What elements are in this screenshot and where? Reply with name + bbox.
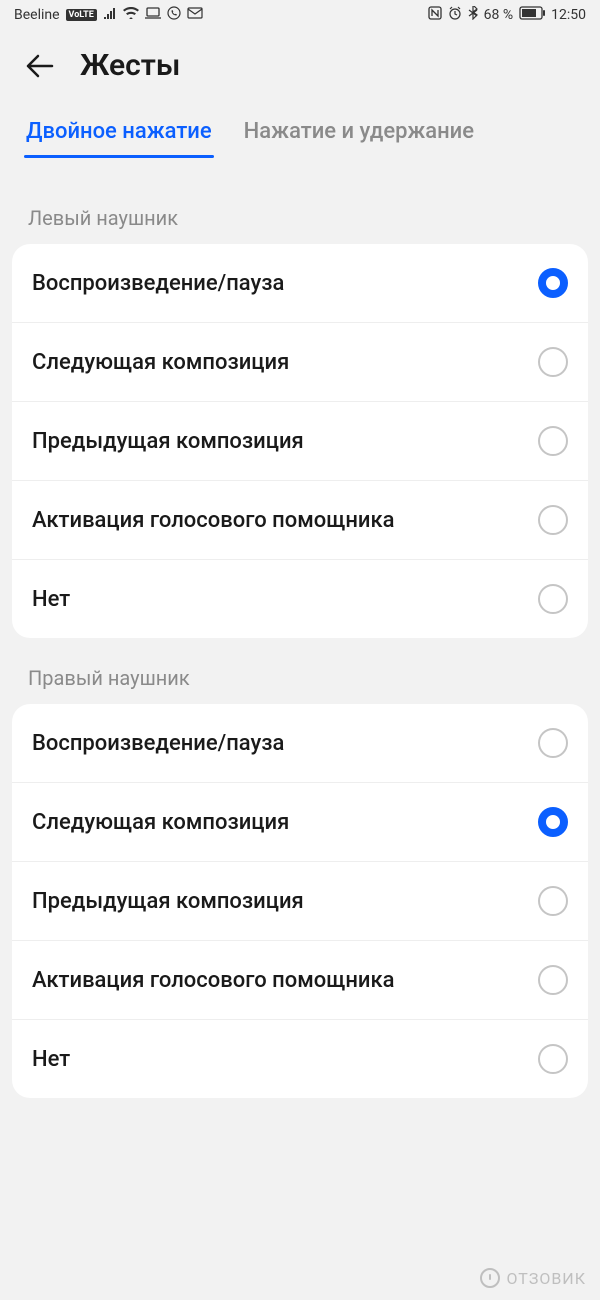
- radio-icon: [538, 426, 568, 456]
- status-left: Beeline VoLTE: [14, 6, 203, 24]
- bluetooth-icon: [468, 6, 478, 24]
- radio-icon: [538, 728, 568, 758]
- tab-long-press[interactable]: Нажатие и удержание: [242, 111, 476, 158]
- watermark-text: ОТЗОВИК: [506, 1269, 586, 1288]
- wifi-icon: [123, 7, 139, 23]
- mail-icon: [187, 7, 203, 23]
- option-voice-right[interactable]: Активация голосового помощника: [12, 941, 588, 1020]
- battery-icon: [519, 6, 545, 24]
- status-bar: Beeline VoLTE 68 % 12:50: [0, 0, 600, 28]
- header: Жесты: [0, 28, 600, 111]
- option-next-right[interactable]: Следующая композиция: [12, 783, 588, 862]
- radio-icon: [538, 965, 568, 995]
- carrier-label: Beeline: [14, 7, 60, 23]
- radio-icon: [538, 347, 568, 377]
- tabs: Двойное нажатие Нажатие и удержание: [0, 111, 600, 158]
- whatsapp-icon: [167, 6, 181, 24]
- section-label-left: Левый наушник: [0, 158, 600, 244]
- arrow-left-icon: [26, 54, 54, 78]
- tab-label: Нажатие и удержание: [244, 119, 474, 144]
- option-none-left[interactable]: Нет: [12, 560, 588, 638]
- section-label-right: Правый наушник: [0, 638, 600, 704]
- tab-label: Двойное нажатие: [26, 119, 212, 144]
- watermark: ОТЗОВИК: [480, 1268, 586, 1288]
- card-right-earbud: Воспроизведение/пауза Следующая композиц…: [12, 704, 588, 1098]
- radio-icon: [538, 1044, 568, 1074]
- time-label: 12:50: [551, 7, 586, 23]
- signal-icon: [103, 7, 117, 23]
- battery-text: 68 %: [484, 7, 513, 23]
- option-play-pause-left[interactable]: Воспроизведение/пауза: [12, 244, 588, 323]
- laptop-icon: [145, 7, 161, 23]
- radio-icon: [538, 505, 568, 535]
- option-next-left[interactable]: Следующая композиция: [12, 323, 588, 402]
- option-label: Нет: [32, 587, 70, 612]
- alarm-icon: [448, 6, 462, 24]
- option-label: Предыдущая композиция: [32, 429, 304, 454]
- tab-double-tap[interactable]: Двойное нажатие: [24, 111, 214, 158]
- status-right: 68 % 12:50: [428, 6, 586, 24]
- option-label: Предыдущая композиция: [32, 889, 304, 914]
- option-label: Воспроизведение/пауза: [32, 271, 284, 296]
- option-label: Следующая композиция: [32, 350, 289, 375]
- option-none-right[interactable]: Нет: [12, 1020, 588, 1098]
- option-prev-right[interactable]: Предыдущая композиция: [12, 862, 588, 941]
- option-label: Воспроизведение/пауза: [32, 731, 284, 756]
- volte-badge: VoLTE: [66, 9, 97, 21]
- option-label: Активация голосового помощника: [32, 968, 394, 993]
- radio-icon: [538, 886, 568, 916]
- option-label: Нет: [32, 1047, 70, 1072]
- option-voice-left[interactable]: Активация голосового помощника: [12, 481, 588, 560]
- option-prev-left[interactable]: Предыдущая композиция: [12, 402, 588, 481]
- radio-icon: [538, 584, 568, 614]
- option-label: Следующая композиция: [32, 810, 289, 835]
- power-icon: [480, 1268, 500, 1288]
- option-label: Активация голосового помощника: [32, 508, 394, 533]
- radio-icon: [538, 807, 568, 837]
- back-button[interactable]: [24, 50, 56, 82]
- nfc-icon: [428, 6, 442, 24]
- option-play-pause-right[interactable]: Воспроизведение/пауза: [12, 704, 588, 783]
- radio-icon: [538, 268, 568, 298]
- card-left-earbud: Воспроизведение/пауза Следующая композиц…: [12, 244, 588, 638]
- page-title: Жесты: [80, 48, 180, 83]
